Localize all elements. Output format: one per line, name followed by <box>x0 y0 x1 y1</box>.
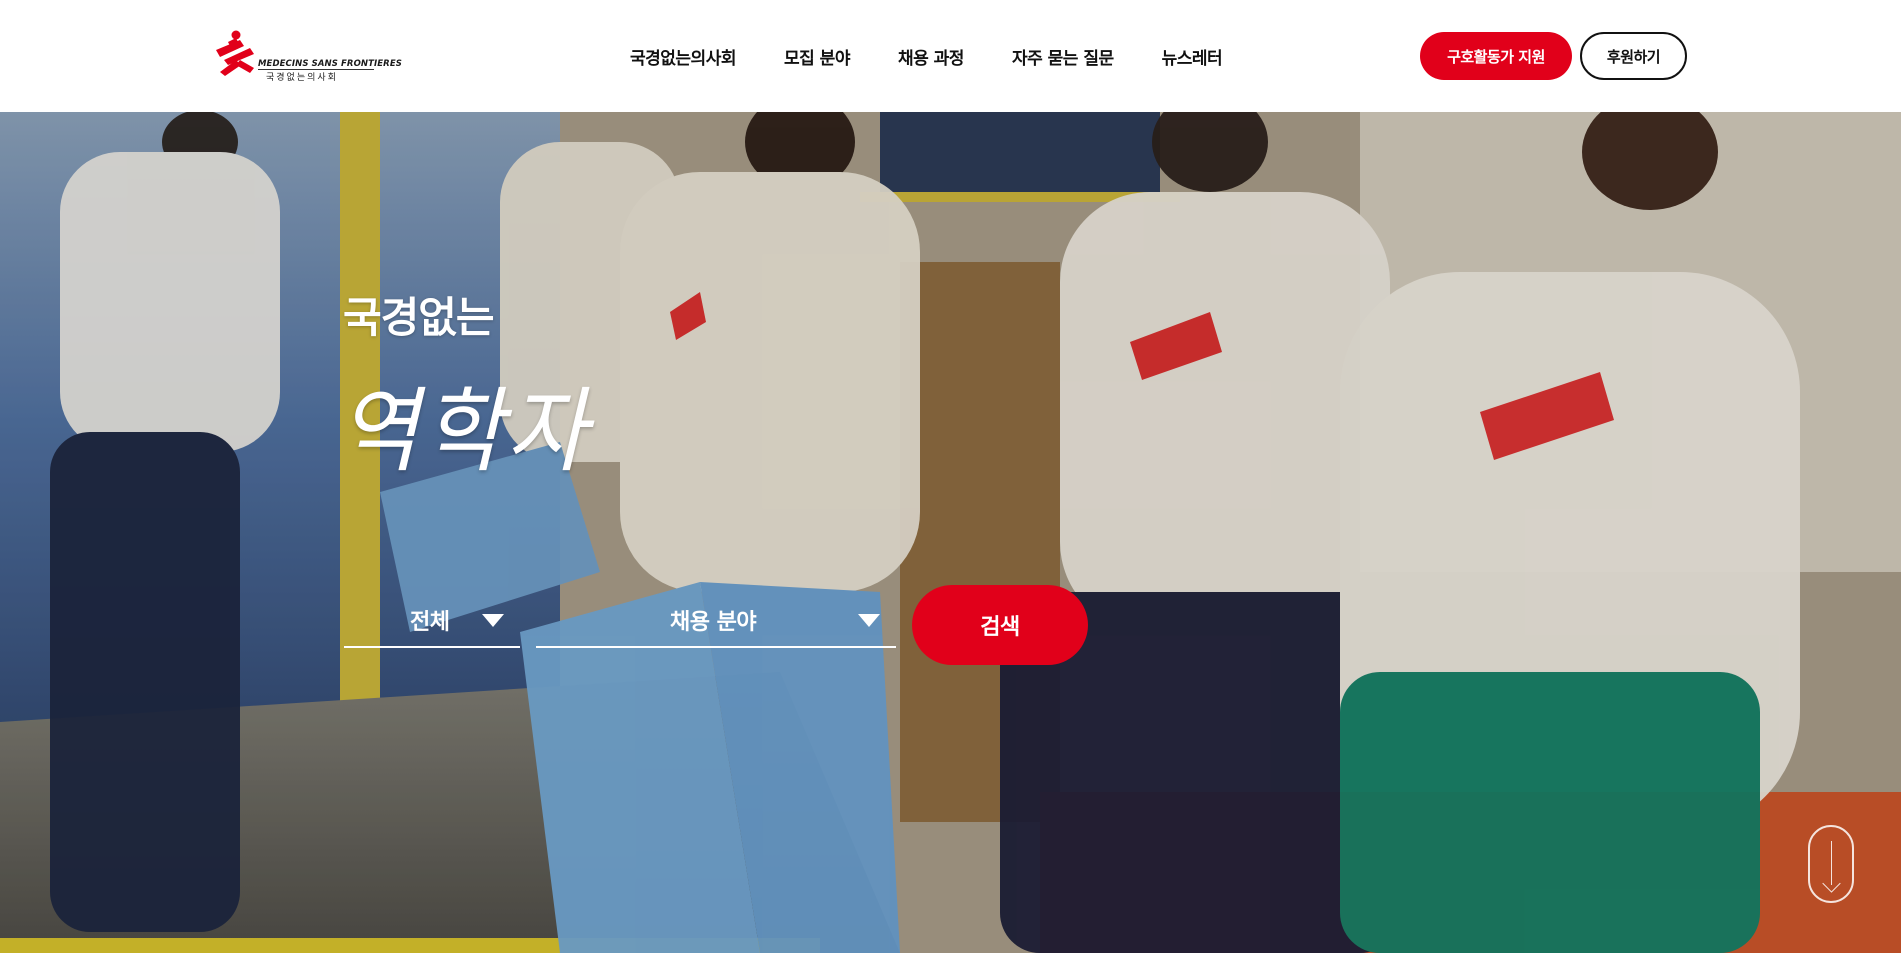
nav-item-faq[interactable]: 자주 묻는 질문 <box>1012 44 1114 69</box>
field-select[interactable]: 채용 분야 <box>536 590 896 648</box>
main-nav: 국경없는의사회 모집 분야 채용 과정 자주 묻는 질문 뉴스레터 <box>630 0 1223 112</box>
hero-background-photo <box>0 112 1901 953</box>
field-select-value: 채용 분야 <box>670 610 757 635</box>
chevron-down-icon <box>482 614 504 627</box>
msf-logo[interactable]: MEDECINS SANS FRONTIERES 국경없는의사회 <box>214 30 402 83</box>
search-button[interactable]: 검색 <box>912 585 1088 665</box>
msf-running-man-icon <box>216 30 254 76</box>
nav-item-fields[interactable]: 모집 분야 <box>784 44 850 69</box>
nav-item-newsletter[interactable]: 뉴스레터 <box>1162 44 1223 69</box>
chevron-down-icon <box>858 614 880 627</box>
site-header: MEDECINS SANS FRONTIERES 국경없는의사회 국경없는의사회… <box>0 0 1901 112</box>
nav-item-about[interactable]: 국경없는의사회 <box>630 44 736 69</box>
region-select[interactable]: 전체 <box>344 590 520 648</box>
nav-item-process[interactable]: 채용 과정 <box>898 44 964 69</box>
scroll-down-button[interactable] <box>1808 825 1854 903</box>
logo-text-ko: 국경없는의사회 <box>266 73 338 83</box>
donate-button[interactable]: 후원하기 <box>1580 32 1687 80</box>
region-select-value: 전체 <box>410 610 450 635</box>
hero-title-prefix: 국경없는 <box>343 293 495 342</box>
logo-text-en: MEDECINS SANS FRONTIERES <box>258 59 402 69</box>
scroll-down-arrowhead-icon <box>1822 874 1841 893</box>
hero-title-role: 역학자 <box>338 378 591 485</box>
hero-section: 국경없는 역학자 전체 채용 분야 검색 <box>0 112 1901 953</box>
apply-relief-worker-button[interactable]: 구호활동가 지원 <box>1420 32 1572 80</box>
